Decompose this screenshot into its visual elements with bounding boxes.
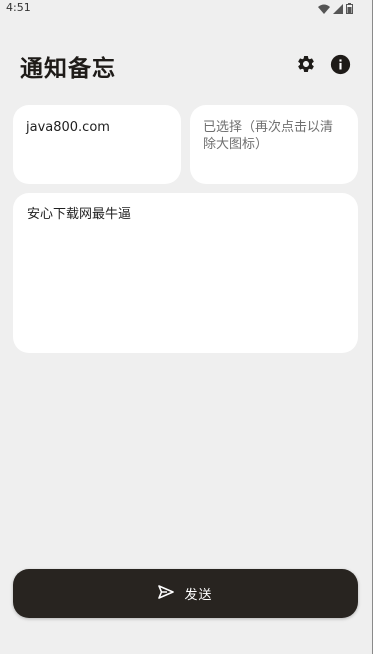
status-time: 4:51 (6, 1, 31, 14)
icon-select-status: 已选择（再次点击以清除大图标） (203, 120, 334, 152)
page-title: 通知备忘 (20, 56, 116, 82)
signal-icon (333, 0, 343, 18)
gear-icon[interactable] (295, 53, 317, 75)
content-field-value: 安心下载网最牛逼 (27, 207, 132, 222)
title-field[interactable]: java800.com (13, 105, 181, 184)
send-icon (158, 584, 175, 603)
title-field-value: java800.com (26, 120, 110, 135)
send-button[interactable]: 发送 (13, 569, 358, 618)
icon-select-field[interactable]: 已选择（再次点击以清除大图标） (190, 105, 358, 184)
status-bar: 4:51 (0, 0, 373, 18)
send-button-label: 发送 (184, 588, 213, 603)
status-icons (318, 3, 353, 14)
battery-icon (346, 0, 353, 18)
content-field[interactable]: 安心下载网最牛逼 (13, 193, 358, 353)
wifi-icon (318, 0, 330, 18)
info-icon[interactable] (329, 53, 351, 75)
